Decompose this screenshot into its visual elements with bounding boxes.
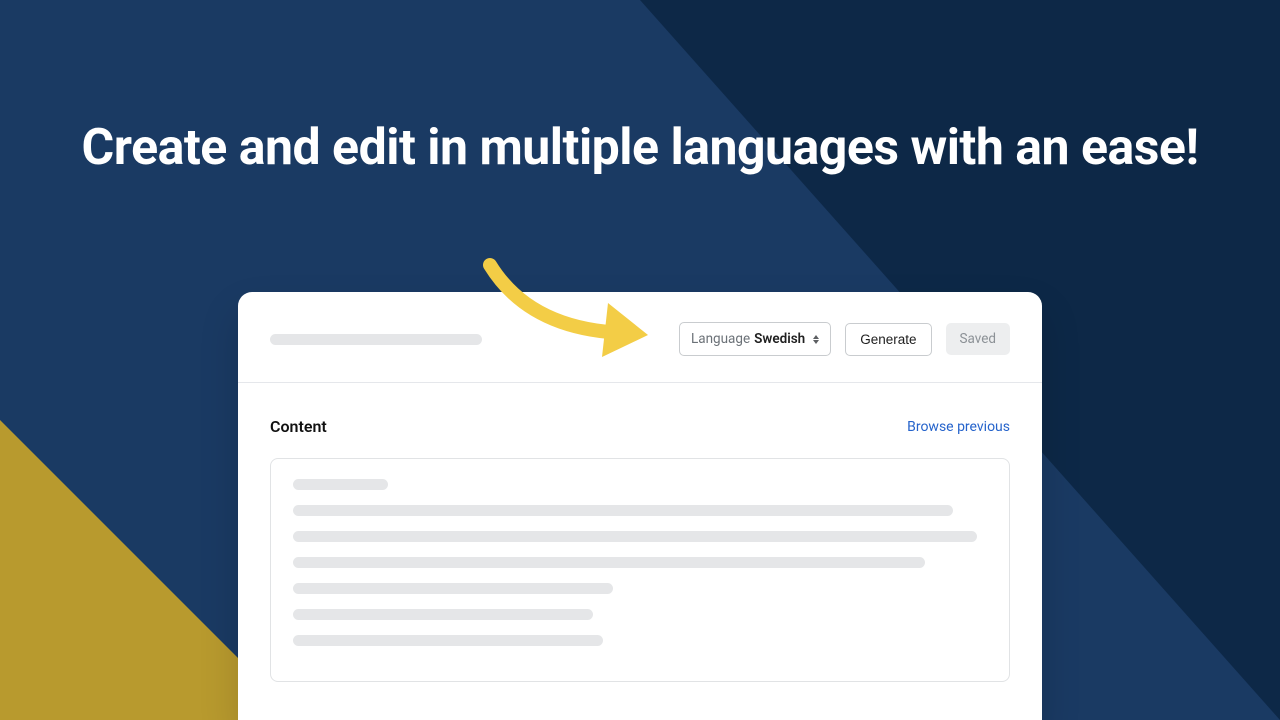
content-editor[interactable] <box>270 458 1010 682</box>
language-select-value: Swedish <box>754 331 805 347</box>
skeleton-line <box>293 583 613 594</box>
content-section: Content Browse previous <box>238 383 1042 682</box>
promo-headline: Create and edit in multiple languages wi… <box>0 115 1280 183</box>
skeleton-line <box>293 635 603 646</box>
generate-button[interactable]: Generate <box>845 323 931 356</box>
skeleton-line <box>293 479 388 490</box>
saved-status: Saved <box>946 323 1011 355</box>
language-select-label: Language <box>691 331 750 347</box>
browse-previous-link[interactable]: Browse previous <box>907 419 1010 435</box>
skeleton-line <box>293 531 977 542</box>
skeleton-line <box>293 609 593 620</box>
title-placeholder <box>270 334 482 345</box>
arrow-icon <box>480 255 670 375</box>
chevron-up-down-icon <box>813 335 819 344</box>
skeleton-line <box>293 505 953 516</box>
skeleton-line <box>293 557 925 568</box>
language-select[interactable]: Language Swedish <box>679 322 831 356</box>
content-title: Content <box>270 417 327 436</box>
